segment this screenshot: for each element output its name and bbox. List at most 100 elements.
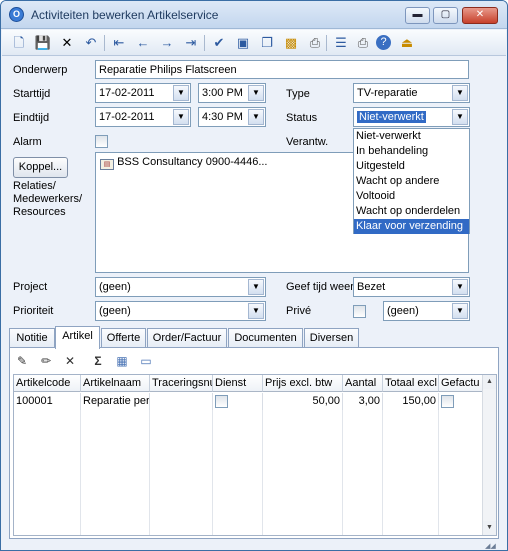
scroll-down-icon[interactable]: ▼ bbox=[483, 521, 496, 535]
chevron-down-icon[interactable]: ▼ bbox=[452, 279, 468, 295]
cell-dienst[interactable] bbox=[213, 393, 263, 410]
cell-artikelnaam[interactable]: Reparatie per bbox=[81, 393, 150, 410]
tab-diversen[interactable]: Diversen bbox=[304, 328, 359, 348]
delete-line-icon[interactable]: ✕ bbox=[62, 353, 78, 369]
chevron-down-icon[interactable]: ▼ bbox=[452, 85, 468, 101]
maximize-icon: ▢ bbox=[440, 9, 451, 20]
prioriteit-label: Prioriteit bbox=[13, 305, 54, 317]
column-header-artikelnaam[interactable]: Artikelnaam bbox=[81, 375, 150, 392]
print-icon[interactable]: ⎙ bbox=[306, 34, 324, 52]
eindtijd-date-picker[interactable]: 17-02-2011 ▼ bbox=[95, 107, 191, 127]
cell-artikelcode[interactable]: 100001 bbox=[14, 393, 81, 410]
relaties-list-item[interactable]: ▤ BSS Consultancy 0900-4446... bbox=[100, 156, 268, 170]
prioriteit-select[interactable]: (geen) ▼ bbox=[95, 301, 266, 321]
tab-offerte[interactable]: Offerte bbox=[101, 328, 146, 348]
chevron-down-icon[interactable]: ▼ bbox=[248, 109, 264, 125]
undo-icon[interactable]: ↶ bbox=[82, 34, 100, 52]
status-option[interactable]: Wacht op onderdelen bbox=[354, 204, 469, 219]
column-divider bbox=[149, 410, 150, 535]
koppel-button[interactable]: Koppel... bbox=[13, 157, 68, 178]
resize-grip-icon[interactable]: ◢◢ bbox=[485, 542, 503, 550]
database-icon[interactable]: ▦ bbox=[114, 353, 130, 369]
close-button[interactable]: ✕ bbox=[462, 7, 498, 24]
next-record-icon[interactable]: → bbox=[158, 34, 176, 52]
cell-prijs[interactable]: 50,00 bbox=[263, 393, 343, 410]
alarm-checkbox[interactable] bbox=[95, 135, 108, 148]
new-document-icon[interactable]: 🗋 bbox=[10, 34, 28, 52]
status-option[interactable]: Uitgesteld bbox=[354, 159, 469, 174]
column-header-aantal[interactable]: Aantal bbox=[343, 375, 383, 392]
status-select[interactable]: Niet-verwerkt ▼ bbox=[353, 107, 470, 127]
main-toolbar: 🗋 💾 ✕ ↶ ⇤ ← → ⇥ ✔ ▣ ❐ ▩ ⎙ ☰ ⎙ ? ⏏ bbox=[2, 30, 506, 56]
alarm-label: Alarm bbox=[13, 136, 42, 148]
chevron-down-icon[interactable]: ▼ bbox=[452, 109, 468, 125]
edit-icon[interactable]: ✏ bbox=[38, 353, 54, 369]
column-header-prijs[interactable]: Prijs excl. btw bbox=[263, 375, 343, 392]
grid-vertical-scrollbar[interactable]: ▲ ▼ bbox=[482, 375, 496, 535]
eindtijd-label: Eindtijd bbox=[13, 112, 50, 124]
chevron-down-icon[interactable]: ▼ bbox=[173, 85, 189, 101]
properties-icon[interactable]: ☰ bbox=[332, 34, 350, 52]
checkmark-icon[interactable]: ✔ bbox=[210, 34, 228, 52]
eindtijd-time-picker[interactable]: 4:30 PM ▼ bbox=[198, 107, 266, 127]
document-icon[interactable]: ▭ bbox=[138, 353, 154, 369]
column-header-dienst[interactable]: Dienst bbox=[213, 375, 263, 392]
prive-checkbox[interactable] bbox=[353, 305, 366, 318]
geef-tijd-weer-select[interactable]: Bezet ▼ bbox=[353, 277, 470, 297]
cell-gefactureerd[interactable] bbox=[439, 393, 484, 410]
save-icon[interactable]: 💾 bbox=[34, 34, 52, 52]
artikel-tab-panel: ✎ ✏ ✕ Σ ▦ ▭ Artikelcode Artikelnaam Trac… bbox=[9, 347, 499, 539]
help-icon[interactable]: ? bbox=[376, 35, 391, 50]
delete-icon[interactable]: ✕ bbox=[58, 34, 76, 52]
chevron-down-icon[interactable]: ▼ bbox=[173, 109, 189, 125]
exit-icon[interactable]: ⏏ bbox=[398, 34, 416, 52]
status-option[interactable]: Voltooid bbox=[354, 189, 469, 204]
previous-record-icon[interactable]: ← bbox=[134, 34, 152, 52]
tab-artikel[interactable]: Artikel bbox=[55, 326, 100, 349]
minimize-button[interactable]: ▬ bbox=[405, 7, 430, 24]
starttijd-date-picker[interactable]: 17-02-2011 ▼ bbox=[95, 83, 191, 103]
chevron-down-icon[interactable]: ▼ bbox=[248, 85, 264, 101]
cell-aantal[interactable]: 3,00 bbox=[343, 393, 383, 410]
chevron-down-icon[interactable]: ▼ bbox=[248, 279, 264, 295]
column-header-artikelcode[interactable]: Artikelcode bbox=[14, 375, 81, 392]
column-header-traceringsnummer[interactable]: Traceringsnu bbox=[150, 375, 213, 392]
maximize-button[interactable]: ▢ bbox=[433, 7, 458, 24]
attachment-icon[interactable]: ▩ bbox=[282, 34, 300, 52]
column-header-totaal[interactable]: Totaal excl. bbox=[383, 375, 439, 392]
copy-icon[interactable]: ❐ bbox=[258, 34, 276, 52]
status-option[interactable]: Niet-verwerkt bbox=[354, 129, 469, 144]
status-label: Status bbox=[286, 112, 318, 124]
tab-order-factuur[interactable]: Order/Factuur bbox=[147, 328, 227, 348]
print-setup-icon[interactable]: ⎙ bbox=[354, 34, 372, 52]
scroll-up-icon[interactable]: ▲ bbox=[483, 375, 496, 389]
prive-label: Privé bbox=[286, 305, 312, 317]
relaties-label-line: Relaties/ bbox=[13, 180, 56, 192]
tab-notitie[interactable]: Notitie bbox=[9, 328, 55, 348]
cell-totaal[interactable]: 150,00 bbox=[383, 393, 439, 410]
status-option-highlighted[interactable]: Klaar voor verzending bbox=[354, 219, 469, 234]
prive-select[interactable]: (geen) ▼ bbox=[383, 301, 470, 321]
dienst-checkbox[interactable] bbox=[215, 395, 228, 408]
tab-documenten[interactable]: Documenten bbox=[228, 328, 303, 348]
status-dropdown-list: Niet-verwerkt In behandeling Uitgesteld … bbox=[353, 128, 470, 234]
edit-activity-window: O Activiteiten bewerken Artikelservice ▬… bbox=[0, 0, 508, 551]
starttijd-time-picker[interactable]: 3:00 PM ▼ bbox=[198, 83, 266, 103]
onderwerp-input[interactable]: Reparatie Philips Flatscreen bbox=[95, 60, 469, 79]
status-value: Niet-verwerkt bbox=[357, 111, 426, 123]
chevron-down-icon[interactable]: ▼ bbox=[248, 303, 264, 319]
first-record-icon[interactable]: ⇤ bbox=[110, 34, 128, 52]
cell-traceringsnummer[interactable] bbox=[150, 393, 213, 410]
status-option[interactable]: Wacht op andere bbox=[354, 174, 469, 189]
chevron-down-icon[interactable]: ▼ bbox=[452, 303, 468, 319]
sum-icon[interactable]: Σ bbox=[90, 353, 106, 369]
project-select[interactable]: (geen) ▼ bbox=[95, 277, 266, 297]
edit-lines-icon[interactable]: ✎ bbox=[14, 353, 30, 369]
type-select[interactable]: TV-reparatie ▼ bbox=[353, 83, 470, 103]
gefactureerd-checkbox[interactable] bbox=[441, 395, 454, 408]
column-header-gefactureerd[interactable]: Gefactu bbox=[439, 375, 484, 392]
title-bar[interactable]: O Activiteiten bewerken Artikelservice ▬… bbox=[1, 1, 507, 29]
last-record-icon[interactable]: ⇥ bbox=[182, 34, 200, 52]
preview-icon[interactable]: ▣ bbox=[234, 34, 252, 52]
status-option[interactable]: In behandeling bbox=[354, 144, 469, 159]
